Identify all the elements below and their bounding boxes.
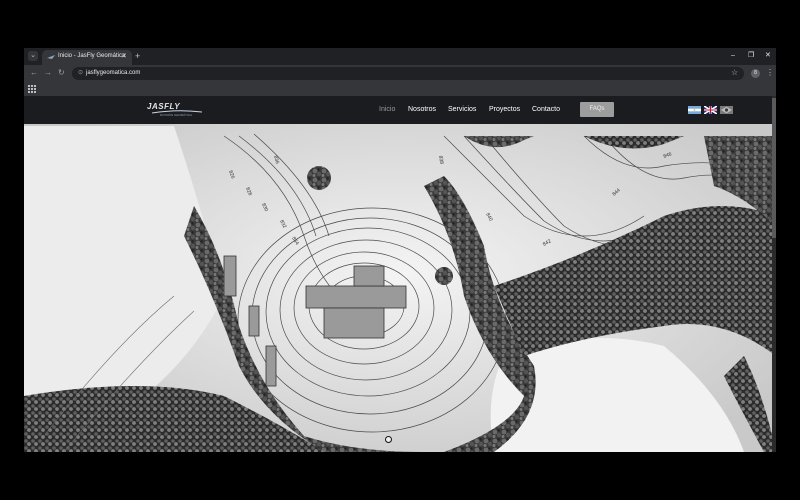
nav-nosotros[interactable]: Nosotros: [408, 106, 436, 113]
apps-grid-icon[interactable]: [28, 85, 36, 93]
tab-close-icon[interactable]: ✕: [121, 52, 127, 60]
uk-flag-icon[interactable]: [704, 106, 717, 114]
nav-inicio[interactable]: Inicio: [379, 106, 395, 113]
profile-avatar[interactable]: 8: [751, 69, 760, 78]
maximize-button[interactable]: ❐: [748, 51, 754, 61]
forward-button[interactable]: →: [44, 68, 52, 78]
site-info-icon[interactable]: ⊙: [78, 69, 83, 76]
tab-inicio[interactable]: Inicio - JasFly Geomática ✕: [42, 50, 132, 65]
browser-window: ⌄ Inicio - JasFly Geomática ✕ + – ❐ ✕ ← …: [24, 48, 776, 452]
new-tab-button[interactable]: +: [135, 50, 140, 62]
browser-menu-icon[interactable]: ⋮: [766, 68, 774, 77]
tab-title: Inicio - JasFly Geomática: [58, 53, 126, 59]
faqs-button[interactable]: FAQs: [580, 102, 614, 117]
website-viewport: 826 828 830 832 834 836 838 840 842 844 846 JASFLY…: [24, 96, 776, 452]
browser-toolbar: ← → ↻ ⊙ jasflygeomatica.com ☆ 8 ⋮: [24, 65, 776, 82]
bookmark-star-icon[interactable]: ☆: [731, 68, 738, 77]
close-window-button[interactable]: ✕: [765, 51, 771, 61]
page-scrollbar-thumb[interactable]: [772, 98, 776, 238]
minimize-button[interactable]: –: [731, 51, 735, 61]
brazil-flag-icon[interactable]: [720, 106, 733, 114]
address-bar[interactable]: ⊙ jasflygeomatica.com: [72, 67, 744, 80]
mouse-cursor: [385, 436, 392, 443]
nav-contacto[interactable]: Contacto: [532, 106, 560, 113]
address-text[interactable]: jasflygeomatica.com: [86, 70, 140, 76]
nav-proyectos[interactable]: Proyectos: [489, 106, 520, 113]
hero-hillshade-map: 826828830832834836 838840842844846: [24, 96, 776, 452]
reload-button[interactable]: ↻: [58, 68, 65, 78]
nav-servicios[interactable]: Servicios: [448, 106, 476, 113]
tab-search-button[interactable]: ⌄: [28, 51, 38, 61]
favicon-icon: [47, 55, 55, 59]
site-navbar: JASFLY DIVISIÓN GEOMÁTICA Inicio Nosotro…: [24, 96, 776, 124]
argentina-flag-icon[interactable]: [688, 106, 701, 114]
tab-strip: ⌄ Inicio - JasFly Geomática ✕ + – ❐ ✕: [24, 48, 776, 65]
logo-subtitle: DIVISIÓN GEOMÁTICA: [160, 113, 193, 117]
bookmarks-bar: [24, 82, 776, 96]
jasfly-logo[interactable]: JASFLY DIVISIÓN GEOMÁTICA: [146, 102, 202, 118]
back-button[interactable]: ←: [30, 68, 38, 78]
